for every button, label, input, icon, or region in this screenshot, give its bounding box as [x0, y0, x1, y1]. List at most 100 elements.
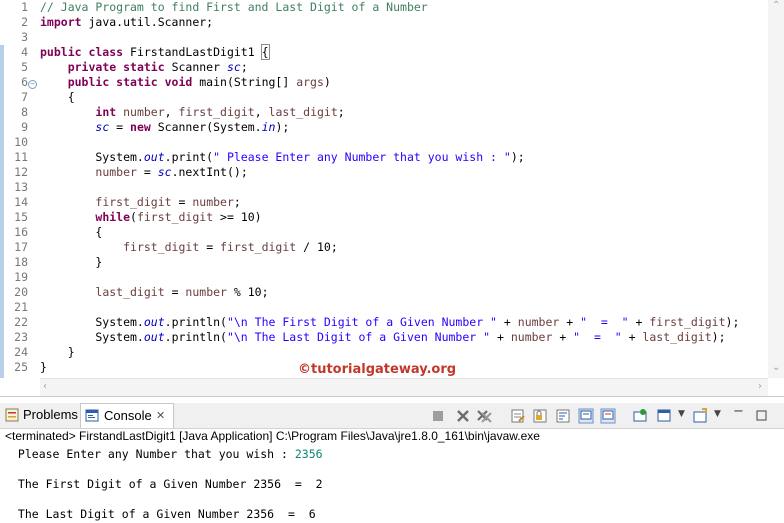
clear-console-icon[interactable]	[510, 408, 526, 424]
line-number: 19	[14, 270, 28, 284]
scroll-left-icon[interactable]: ‹	[43, 381, 47, 392]
code-token: last_digit	[95, 285, 165, 299]
code-token: sc	[226, 60, 241, 74]
show-on-stdout-icon[interactable]	[578, 408, 594, 424]
code-token: ,	[164, 105, 179, 119]
code-token: ;	[337, 105, 345, 119]
code-token: out	[143, 315, 165, 329]
remove-all-terminated-icon[interactable]	[476, 408, 492, 424]
code-token: );	[275, 120, 290, 134]
code-token: (	[130, 210, 137, 224]
code-token: ,	[254, 105, 269, 119]
code-token: .println(	[164, 315, 227, 329]
code-line: sc = new Scanner(System.in);	[40, 120, 289, 135]
line-number: 5	[21, 60, 28, 74]
code-token: new	[130, 120, 151, 134]
code-line: public static void main(String[] args)	[40, 75, 331, 90]
line-number: 16	[14, 225, 28, 239]
code-token: .nextInt();	[171, 165, 248, 179]
line-number: 11	[14, 150, 28, 164]
code-token: );	[711, 330, 726, 344]
code-area[interactable]: // Java Program to find First and Last D…	[40, 0, 768, 378]
code-line: int number, first_digit, last_digit;	[40, 105, 345, 120]
line-number: 21	[14, 300, 28, 314]
code-token: +	[621, 330, 643, 344]
code-token: =	[171, 195, 193, 209]
code-token: =	[136, 165, 158, 179]
line-number: 25	[14, 360, 28, 374]
line-number: 17	[14, 240, 28, 254]
code-line: first_digit = first_digit / 10;	[40, 240, 338, 255]
minimize-icon[interactable]: −	[733, 404, 744, 419]
code-token: sc	[95, 120, 110, 134]
code-line: // Java Program to find First and Last D…	[40, 0, 428, 15]
code-token: +	[559, 315, 581, 329]
code-token: {	[40, 225, 103, 239]
code-token: first_digit	[178, 105, 255, 119]
code-token: first_digit	[649, 315, 726, 329]
code-token: Scanner(System.	[150, 120, 262, 134]
scroll-lock-icon[interactable]	[532, 408, 548, 424]
open-console-dropdown-icon[interactable]: ▼	[714, 409, 721, 419]
scroll-up-icon[interactable]: ⌃	[772, 0, 780, 11]
code-token: );	[510, 150, 525, 164]
code-line: {	[40, 90, 75, 105]
code-token: % 10;	[226, 285, 269, 299]
code-token: "\n The First Digit of a Given Number "	[226, 315, 497, 329]
line-number: 18	[14, 255, 28, 269]
tab-problems[interactable]: Problems	[2, 403, 78, 427]
code-token: number	[192, 195, 234, 209]
code-token: / 10;	[296, 240, 338, 254]
show-on-stderr-icon[interactable]	[600, 408, 616, 424]
line-number: 23	[14, 330, 28, 344]
code-token: FirstandLastDigit1	[123, 45, 262, 59]
vertical-scrollbar[interactable]: ⌃ ⌄	[768, 0, 784, 378]
word-wrap-icon[interactable]	[555, 408, 571, 424]
fold-toggle-icon[interactable]: −	[28, 80, 37, 89]
code-token: +	[496, 315, 518, 329]
code-token: =	[109, 120, 131, 134]
console-icon	[85, 409, 99, 422]
code-token: );	[725, 315, 740, 329]
terminate-icon[interactable]	[430, 408, 446, 424]
code-token: .println(	[164, 330, 227, 344]
code-line: System.out.print(" Please Enter any Numb…	[40, 150, 525, 165]
maximize-icon[interactable]	[756, 410, 772, 426]
code-token: first_digit	[95, 195, 172, 209]
code-token: " = "	[573, 330, 622, 344]
scroll-right-icon[interactable]: ›	[758, 381, 762, 392]
display-console-dropdown-icon[interactable]: ▼	[678, 409, 685, 419]
code-token: {	[40, 90, 75, 104]
console-output-last: The Last Digit of a Given Number 2356 = …	[11, 507, 316, 521]
code-token: int	[95, 105, 117, 119]
code-line: private static Scanner sc;	[40, 60, 248, 75]
display-selected-console-icon[interactable]	[656, 408, 672, 424]
line-number: 1	[21, 0, 28, 14]
code-token: out	[143, 330, 165, 344]
code-editor[interactable]: 1 2 3 4 5 6 7 8 9 10 11 12 13 14 15 16 17 18 19 20 21 22 23 24 2…	[0, 0, 784, 397]
code-token: ;	[233, 195, 241, 209]
code-token: java.util.Scanner;	[81, 15, 214, 29]
line-number: 12	[14, 165, 28, 179]
pin-console-icon[interactable]	[632, 408, 648, 424]
tab-console[interactable]: Console ✕	[80, 403, 174, 428]
code-token: }	[40, 360, 47, 374]
open-console-icon[interactable]	[692, 408, 708, 424]
line-number: 7	[21, 90, 28, 104]
scroll-down-icon[interactable]: ⌄	[772, 362, 780, 373]
line-number: 2	[21, 15, 28, 29]
code-token: =	[199, 240, 221, 254]
horizontal-scrollbar[interactable]: ‹ ›	[40, 378, 768, 396]
code-token: +	[628, 315, 650, 329]
close-console-icon[interactable]: ✕	[156, 404, 165, 428]
remove-launch-icon[interactable]	[455, 408, 471, 424]
code-line: }	[40, 360, 47, 375]
line-number: 9	[21, 120, 28, 134]
code-line: while(first_digit >= 10)	[40, 210, 261, 225]
code-token: public static void	[67, 75, 193, 89]
